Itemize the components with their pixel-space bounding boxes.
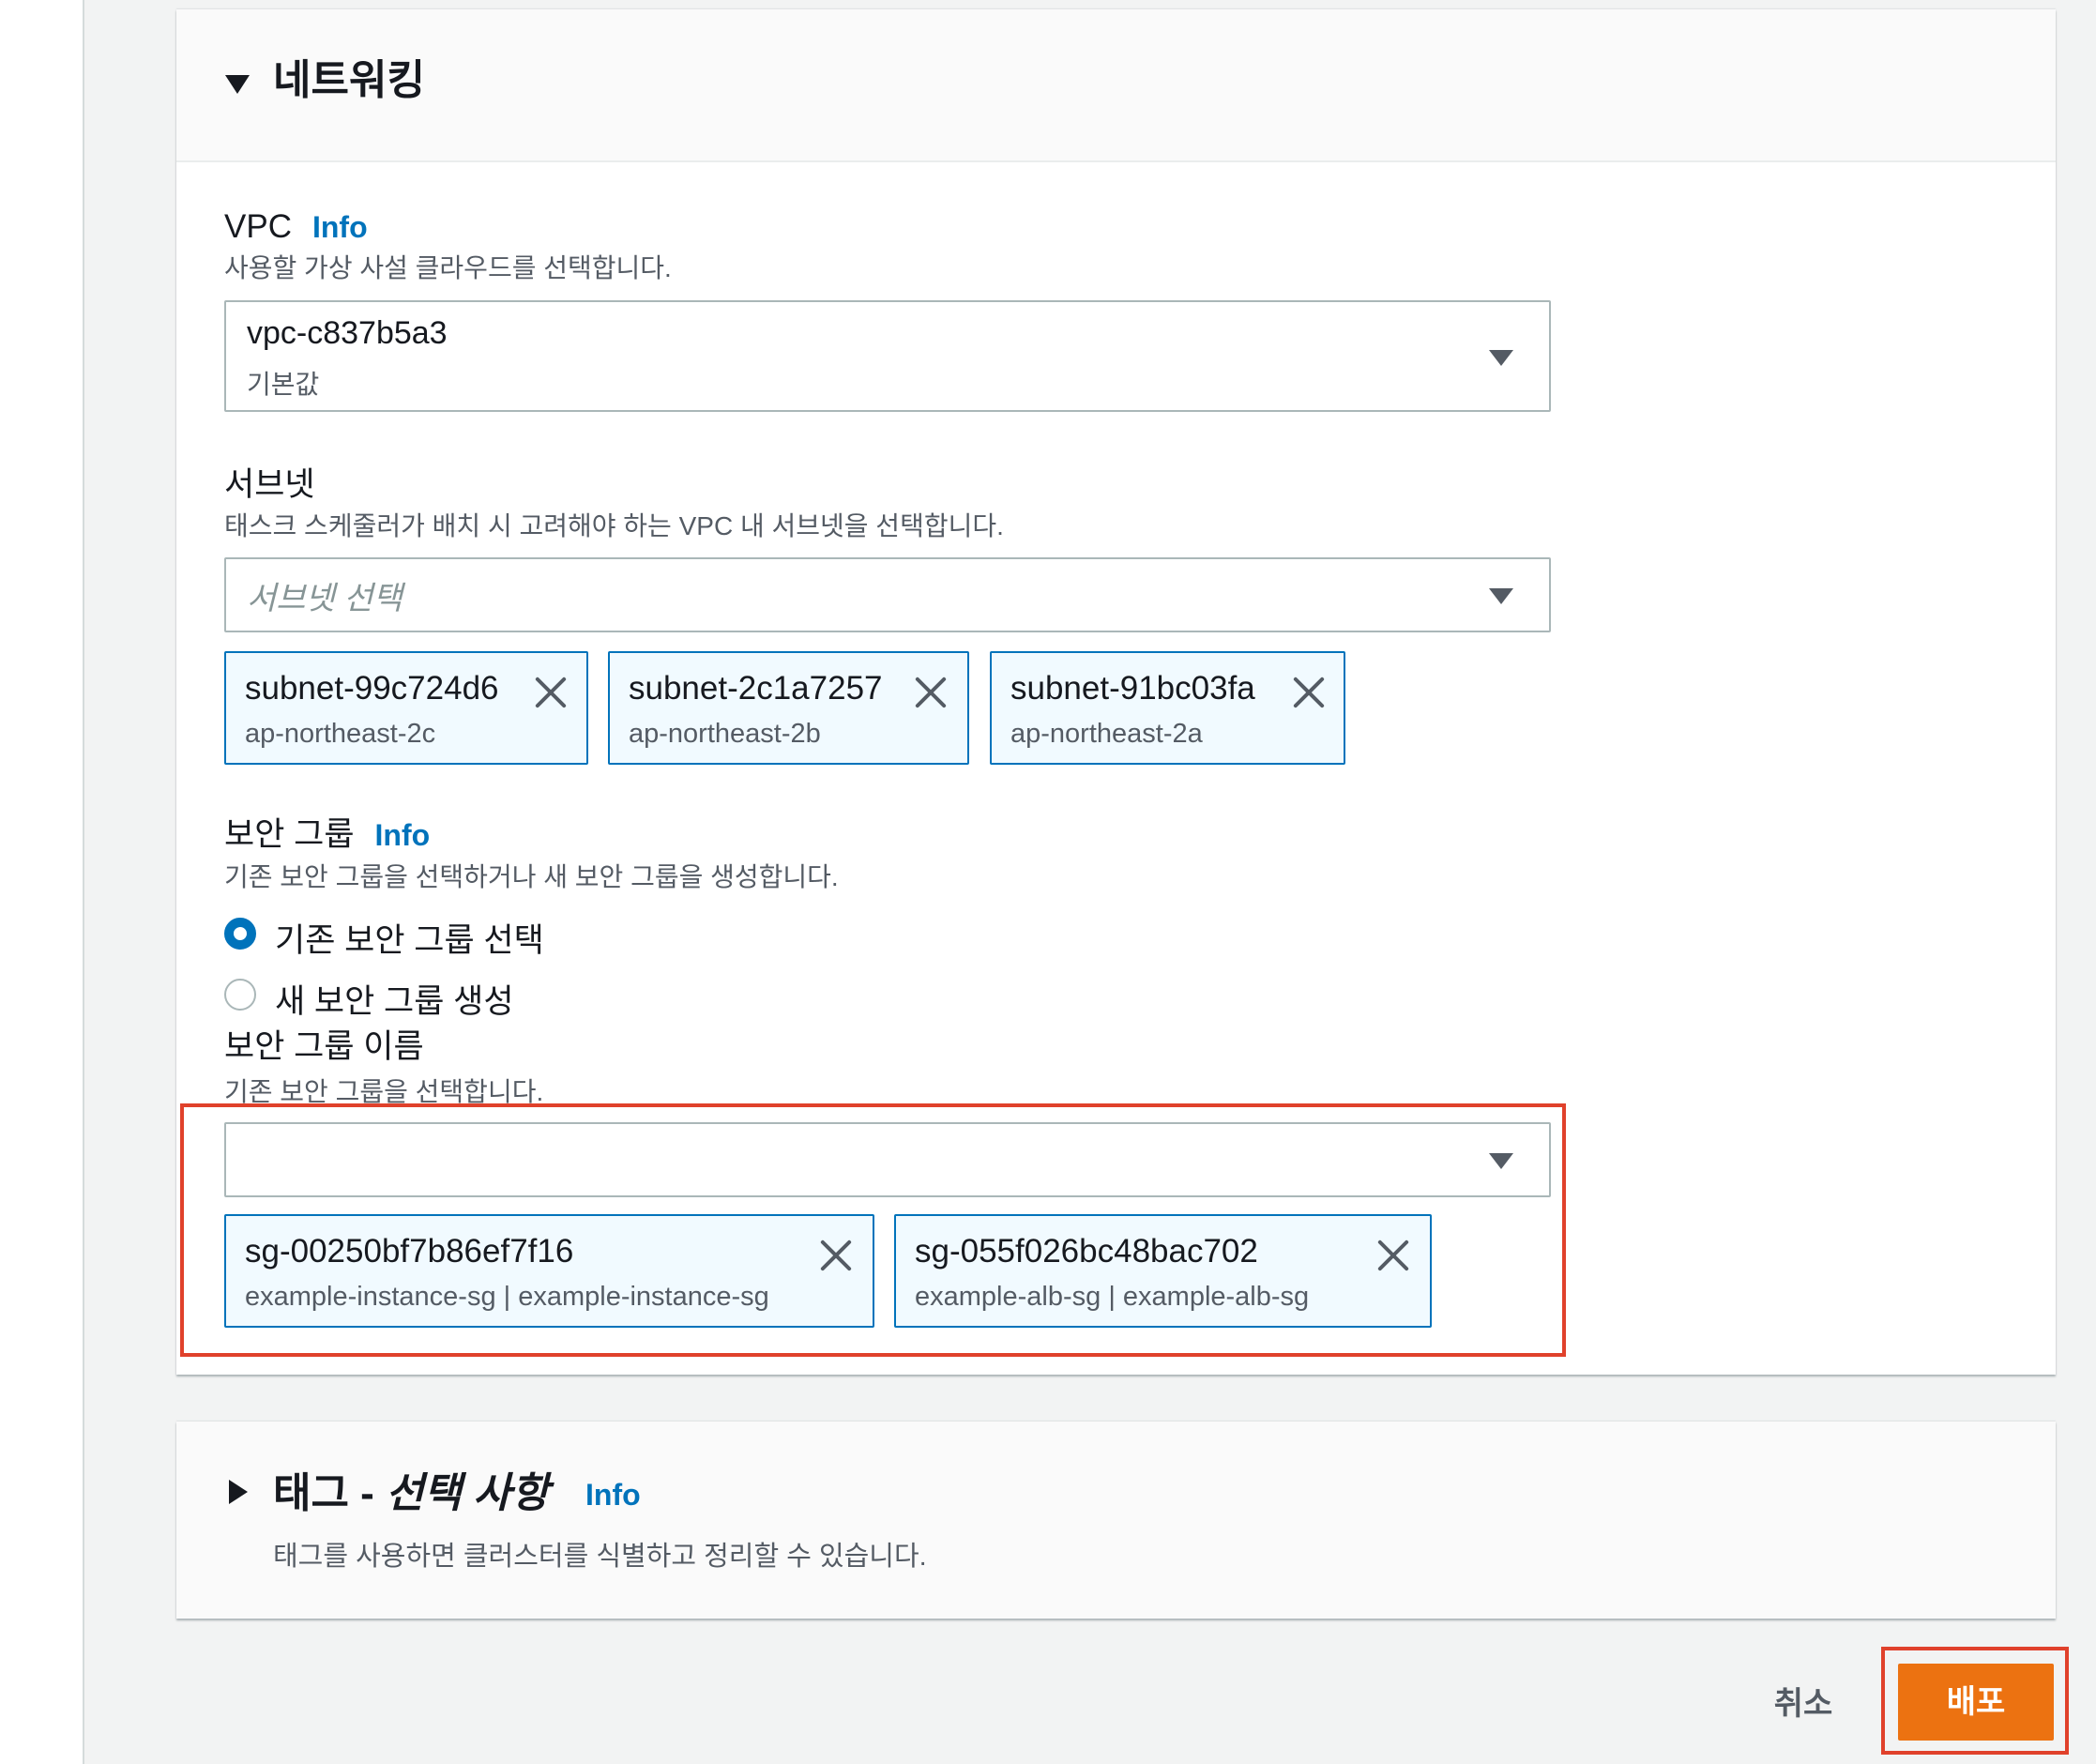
subnet-token-zone: ap-northeast-2c xyxy=(245,719,436,749)
networking-header[interactable]: 네트워킹 xyxy=(176,9,2056,162)
close-icon[interactable] xyxy=(532,674,570,711)
security-group-token-id: sg-055f026bc48bac702 xyxy=(915,1233,1258,1270)
vpc-selected-sub: 기본값 xyxy=(247,370,320,399)
vpc-info-link[interactable]: Info xyxy=(312,210,368,244)
security-group-info-link[interactable]: Info xyxy=(375,818,431,852)
tags-description: 태그를 사용하면 클러스터를 식별하고 정리할 수 있습니다. xyxy=(273,1542,927,1572)
radio-existing-label: 기존 보안 그룹 선택 xyxy=(275,922,544,959)
tags-title-optional: 선택 사항 xyxy=(386,1470,550,1516)
tags-title[interactable]: 태그 - 선택 사항 xyxy=(273,1467,549,1520)
cancel-button[interactable]: 취소 xyxy=(1764,1678,1843,1730)
subnet-token-id: subnet-91bc03fa xyxy=(1010,670,1255,707)
security-group-select[interactable] xyxy=(224,1122,1551,1197)
security-group-name-description: 기존 보안 그룹을 선택합니다. xyxy=(224,1077,544,1106)
subnet-label: 서브넷 xyxy=(224,466,315,503)
security-group-name-label: 보안 그룹 이름 xyxy=(224,1028,424,1065)
networking-panel: 네트워킹 VPC Info 사용할 가상 사설 클라우드를 선택합니다. vpc-… xyxy=(176,9,2056,1375)
security-group-description: 기존 보안 그룹을 선택하거나 새 보안 그룹을 생성합니다. xyxy=(224,862,839,891)
left-navigation-rail xyxy=(0,0,84,1764)
close-icon[interactable] xyxy=(1290,674,1328,711)
vpc-label: VPC Info xyxy=(224,206,368,248)
security-group-label-text: 보안 그룹 xyxy=(224,816,355,853)
close-icon[interactable] xyxy=(1375,1237,1412,1274)
deploy-button[interactable]: 배포 xyxy=(1898,1664,2054,1741)
chevron-down-icon xyxy=(1489,1153,1513,1169)
subnet-token-zone: ap-northeast-2b xyxy=(629,719,821,749)
close-icon[interactable] xyxy=(817,1237,855,1274)
vpc-select[interactable]: vpc-c837b5a3 기본값 xyxy=(224,300,1551,412)
networking-title: 네트워킹 xyxy=(273,57,425,103)
close-icon[interactable] xyxy=(912,674,949,711)
radio-unselected-icon[interactable] xyxy=(224,979,256,1011)
subnet-token: subnet-2c1a7257 ap-northeast-2b xyxy=(608,651,969,765)
security-group-token-name: example-instance-sg | example-instance-s… xyxy=(245,1282,769,1312)
security-group-label: 보안 그룹 Info xyxy=(224,814,430,856)
radio-new-label: 새 보안 그룹 생성 xyxy=(275,983,514,1020)
vpc-label-text: VPC xyxy=(224,208,292,245)
security-group-token-id: sg-00250bf7b86ef7f16 xyxy=(245,1233,574,1270)
subnet-token: subnet-99c724d6 ap-northeast-2c xyxy=(224,651,588,765)
subnet-token: subnet-91bc03fa ap-northeast-2a xyxy=(990,651,1345,765)
security-group-token: sg-00250bf7b86ef7f16 example-instance-sg… xyxy=(224,1214,874,1328)
tags-panel: 태그 - 선택 사항 Info 태그를 사용하면 클러스터를 식별하고 정리할 … xyxy=(176,1422,2056,1619)
subnet-token-id: subnet-2c1a7257 xyxy=(629,670,883,707)
tags-info-link[interactable]: Info xyxy=(585,1478,641,1513)
subnet-placeholder: 서브넷 선택 xyxy=(247,581,402,616)
caret-right-icon[interactable] xyxy=(229,1480,248,1504)
security-group-token: sg-055f026bc48bac702 example-alb-sg | ex… xyxy=(894,1214,1432,1328)
subnet-description: 태스크 스케줄러가 배치 시 고려해야 하는 VPC 내 서브넷을 선택합니다. xyxy=(224,511,1004,540)
radio-selected-icon[interactable] xyxy=(224,918,256,950)
subnet-select[interactable]: 서브넷 선택 xyxy=(224,557,1551,632)
security-group-token-name: example-alb-sg | example-alb-sg xyxy=(915,1282,1310,1312)
vpc-selected-value: vpc-c837b5a3 xyxy=(247,315,448,351)
subnet-token-id: subnet-99c724d6 xyxy=(245,670,499,707)
tags-title-main: 태그 - xyxy=(273,1470,387,1516)
caret-down-icon[interactable] xyxy=(225,75,250,94)
chevron-down-icon xyxy=(1489,588,1513,604)
subnet-token-zone: ap-northeast-2a xyxy=(1010,719,1203,749)
vpc-description: 사용할 가상 사설 클라우드를 선택합니다. xyxy=(224,253,672,282)
chevron-down-icon xyxy=(1489,350,1513,366)
